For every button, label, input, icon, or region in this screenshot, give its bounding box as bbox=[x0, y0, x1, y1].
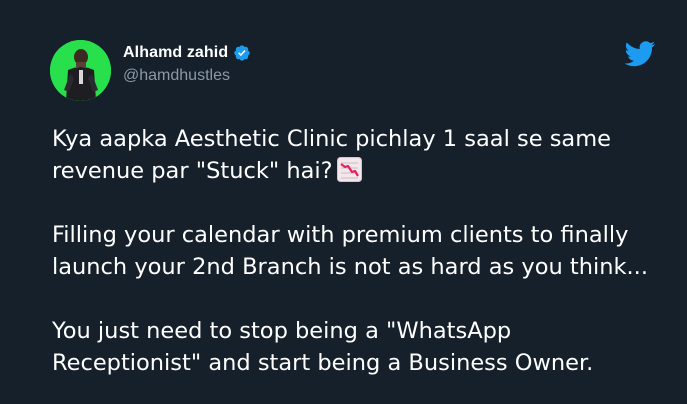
tweet-text: Kya aapka Aesthetic Clinic pichlay 1 saa… bbox=[52, 123, 662, 379]
tweet-paragraph-1: Kya aapka Aesthetic Clinic pichlay 1 saa… bbox=[52, 123, 662, 187]
twitter-bird-icon[interactable] bbox=[624, 41, 656, 67]
author-display-name[interactable]: Alhamd zahid bbox=[123, 44, 228, 62]
chart-decreasing-icon bbox=[336, 157, 362, 182]
tweet-paragraph-2: Filling your calendar with premium clien… bbox=[52, 222, 648, 280]
tweet-paragraph-3: You just need to stop being a "WhatsApp … bbox=[52, 318, 594, 376]
verified-badge-icon bbox=[233, 44, 251, 62]
avatar[interactable] bbox=[50, 40, 111, 101]
author-name-row: Alhamd zahid bbox=[123, 42, 251, 64]
author-handle[interactable]: @hamdhustles bbox=[123, 67, 251, 85]
tweet-paragraph-1-text: Kya aapka Aesthetic Clinic pichlay 1 saa… bbox=[52, 126, 611, 184]
avatar-photo bbox=[50, 40, 111, 101]
tweet-card: Alhamd zahid @hamdhustles Kya aapka Aest… bbox=[0, 0, 687, 404]
author-block: Alhamd zahid @hamdhustles bbox=[123, 42, 251, 85]
